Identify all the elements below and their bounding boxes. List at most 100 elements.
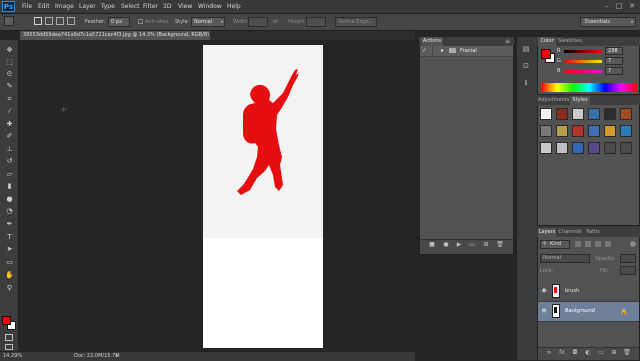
tab-channels[interactable]: Channels (557, 228, 583, 237)
add-mask-icon[interactable]: ◘ (571, 349, 579, 357)
gradient-icon[interactable]: ▮ (5, 182, 14, 190)
style-preset-swatch[interactable] (572, 125, 584, 137)
add-selection-icon[interactable] (45, 17, 53, 25)
adjustment-layer-icon[interactable]: ◐ (584, 349, 592, 357)
fill-input[interactable] (620, 266, 636, 275)
subtract-selection-icon[interactable] (56, 17, 64, 25)
expand-arrow-icon[interactable]: ▸ (441, 47, 444, 54)
foreground-color-swatch[interactable] (2, 316, 11, 325)
tab-color[interactable]: Color (538, 37, 556, 46)
blue-slider[interactable] (564, 70, 602, 73)
style-preset-swatch[interactable] (620, 142, 632, 154)
style-preset-swatch[interactable] (540, 108, 552, 120)
eraser-icon[interactable]: ▱ (5, 170, 14, 178)
new-action-icon[interactable]: ⊞ (482, 241, 490, 249)
filter-pixel-icon[interactable] (575, 241, 581, 247)
menu-image[interactable]: Image (55, 0, 74, 13)
height-input[interactable] (306, 17, 326, 27)
style-preset-swatch[interactable] (604, 125, 616, 137)
style-preset-swatch[interactable] (604, 142, 616, 154)
tab-swatches[interactable]: Swatches (557, 37, 583, 46)
blend-mode-select[interactable]: Normal (540, 254, 590, 263)
style-preset-swatch[interactable] (588, 108, 600, 120)
eyedropper-icon[interactable]: ⁄ (5, 107, 14, 115)
menu-window[interactable]: Window (198, 0, 222, 13)
tab-paths[interactable]: Paths (584, 228, 602, 237)
tab-layers[interactable]: Layers (538, 228, 556, 237)
layer-style-icon[interactable]: fx (558, 349, 566, 357)
stop-icon[interactable]: ■ (428, 241, 436, 249)
new-layer-icon[interactable]: ⊞ (610, 349, 618, 357)
new-selection-icon[interactable] (34, 17, 42, 25)
menu-view[interactable]: View (178, 0, 192, 13)
type-icon[interactable]: T (5, 233, 14, 241)
marquee-icon[interactable]: ⬚ (5, 58, 14, 66)
info-panel-icon[interactable]: ℹ (520, 78, 532, 88)
style-select[interactable]: Normal ▾ (191, 17, 225, 27)
history-brush-icon[interactable]: ↺ (5, 157, 14, 165)
record-icon[interactable]: ● (442, 241, 450, 249)
style-preset-swatch[interactable] (588, 142, 600, 154)
tab-adjustments[interactable]: Adjustments (538, 96, 569, 105)
green-value-input[interactable]: 7 (605, 57, 623, 65)
panel-menu-icon[interactable]: ≡ (505, 38, 510, 45)
shape-icon[interactable]: ▭ (5, 258, 14, 266)
color-foreground-swatch[interactable] (541, 49, 551, 59)
zoom-icon[interactable]: ⚲ (5, 284, 14, 292)
style-preset-swatch[interactable] (572, 142, 584, 154)
filter-type-icon[interactable] (595, 241, 601, 247)
intersect-selection-icon[interactable] (67, 17, 75, 25)
menu-select[interactable]: Select (121, 0, 140, 13)
history-panel-icon[interactable]: ▤ (520, 44, 532, 54)
stamp-icon[interactable]: ⊥ (5, 145, 14, 153)
visibility-eye-icon[interactable]: ◉ (540, 287, 548, 295)
document-tab[interactable]: 39553dd59daa741a9d7c1a5721cac4f3.jpg @ 1… (20, 31, 210, 40)
refine-edge-button[interactable]: Refine Edge... (335, 17, 377, 27)
menu-filter[interactable]: Filter (143, 0, 158, 13)
red-slider[interactable] (564, 50, 602, 53)
style-preset-swatch[interactable] (556, 142, 568, 154)
dodge-icon[interactable]: ◔ (5, 207, 14, 215)
brush-icon[interactable]: ✐ (5, 132, 14, 140)
red-value-input[interactable]: 238 (605, 47, 623, 55)
play-icon[interactable]: ▶ (455, 241, 463, 249)
screen-mode-icon[interactable] (5, 344, 13, 350)
check-icon[interactable]: ✓ (422, 47, 427, 54)
move-icon[interactable]: ✥ (5, 46, 14, 54)
navigator-panel-icon[interactable]: ⊡ (520, 61, 532, 71)
style-preset-swatch[interactable] (556, 125, 568, 137)
tab-styles[interactable]: Styles (570, 96, 590, 105)
layer-name-brush[interactable]: brush (565, 282, 579, 301)
close-button[interactable]: ✕ (627, 2, 637, 10)
swap-icon[interactable]: ⇄ (273, 18, 278, 25)
new-set-icon[interactable]: ▭ (468, 241, 476, 249)
style-preset-swatch[interactable] (620, 125, 632, 137)
tab-actions[interactable]: Actions (421, 37, 443, 46)
lasso-icon[interactable]: ᘓ (5, 70, 14, 78)
style-preset-swatch[interactable] (540, 142, 552, 154)
layer-filter-select[interactable]: ⚲ Kind (540, 240, 570, 249)
workspace-select[interactable]: Essentials ▾ (580, 17, 636, 27)
delete-layer-icon[interactable]: 🗑 (623, 349, 631, 357)
filter-adjustment-icon[interactable] (585, 241, 591, 247)
menu-3d[interactable]: 3D (163, 0, 171, 13)
style-preset-swatch[interactable] (572, 108, 584, 120)
action-set-name[interactable]: Fractal (460, 46, 477, 56)
pen-icon[interactable]: ✒ (5, 220, 14, 228)
color-spectrum-bar[interactable] (541, 83, 637, 92)
maximize-button[interactable]: □ (614, 2, 624, 10)
menu-help[interactable]: Help (227, 0, 241, 13)
menu-layer[interactable]: Layer (79, 0, 96, 13)
filter-shape-icon[interactable] (605, 241, 611, 247)
feather-input[interactable]: 0 px (108, 17, 130, 27)
quick-mask-icon[interactable] (5, 334, 13, 341)
visibility-eye-icon[interactable]: ◉ (540, 307, 548, 315)
menu-type[interactable]: Type (101, 0, 115, 13)
menu-edit[interactable]: Edit (38, 0, 50, 13)
crop-icon[interactable]: ⌗ (5, 95, 14, 103)
menu-file[interactable]: File (22, 0, 32, 13)
blur-icon[interactable]: ● (5, 195, 14, 203)
path-select-icon[interactable]: ➤ (5, 245, 14, 253)
green-slider[interactable] (564, 60, 602, 63)
opacity-input[interactable] (620, 254, 636, 263)
